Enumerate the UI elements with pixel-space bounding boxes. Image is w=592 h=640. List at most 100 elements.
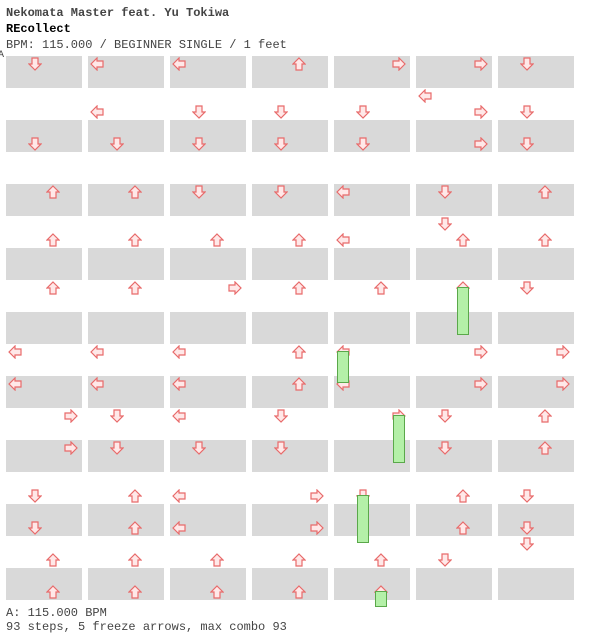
beat-row [498, 584, 574, 600]
beat-row [6, 104, 82, 120]
freeze-arrow [457, 287, 469, 335]
beat-row [334, 392, 410, 408]
step-arrow-r [474, 345, 488, 359]
step-arrow-u [292, 57, 306, 71]
beat-row [498, 536, 574, 552]
beat-row [6, 248, 82, 264]
beat-row [334, 280, 410, 296]
bpm-marker: A [0, 50, 4, 61]
beat-row [498, 392, 574, 408]
beat-row [252, 360, 328, 376]
step-arrow-d [274, 441, 288, 455]
beat-row [334, 168, 410, 184]
beat-row [6, 88, 82, 104]
beat-row [416, 376, 492, 392]
beat-row [252, 280, 328, 296]
beat-row [88, 504, 164, 520]
beat-row [252, 584, 328, 600]
beat-row [170, 312, 246, 328]
chart-column: A [6, 56, 82, 600]
song-title: REcollect [6, 22, 586, 36]
beat-row [252, 120, 328, 136]
beat-row [170, 376, 246, 392]
beat-row [252, 536, 328, 552]
beat-row [416, 552, 492, 568]
beat-row [498, 552, 574, 568]
beat-row [6, 120, 82, 136]
beat-row [170, 72, 246, 88]
beat-row [498, 440, 574, 456]
beat-row [170, 504, 246, 520]
step-arrow-r [310, 489, 324, 503]
chart-column [334, 56, 410, 600]
step-arrow-d [192, 137, 206, 151]
beat-row [416, 216, 492, 232]
beat-row [334, 232, 410, 248]
step-arrow-u [456, 233, 470, 247]
step-arrow-u [210, 233, 224, 247]
beat-row [416, 248, 492, 264]
beat-row [334, 88, 410, 104]
step-arrow-r [556, 377, 570, 391]
beat-row [6, 56, 82, 72]
beat-row [88, 88, 164, 104]
beat-row [498, 104, 574, 120]
step-arrow-u [374, 281, 388, 295]
beat-row [88, 280, 164, 296]
beat-row [252, 408, 328, 424]
beat-row [252, 232, 328, 248]
beat-row [252, 488, 328, 504]
beat-row [88, 424, 164, 440]
step-arrow-d [438, 441, 452, 455]
beat-row [170, 440, 246, 456]
beat-row [498, 312, 574, 328]
beat-row [88, 296, 164, 312]
step-arrow-d [110, 441, 124, 455]
beat-row [334, 200, 410, 216]
beat-row [334, 312, 410, 328]
beat-row [170, 520, 246, 536]
beat-row [252, 520, 328, 536]
beat-row [252, 376, 328, 392]
beat-row [88, 216, 164, 232]
beat-row [416, 312, 492, 328]
step-arrow-d [356, 105, 370, 119]
beat-row [334, 520, 410, 536]
beat-row [88, 232, 164, 248]
beat-row [498, 408, 574, 424]
beat-row [498, 504, 574, 520]
beat-row [416, 152, 492, 168]
beat-row [88, 408, 164, 424]
beat-row [6, 280, 82, 296]
beat-row [498, 520, 574, 536]
beat-row [88, 472, 164, 488]
step-arrow-d [438, 217, 452, 231]
step-arrow-u [374, 553, 388, 567]
beat-row [6, 536, 82, 552]
beat-row [498, 264, 574, 280]
beat-row [334, 504, 410, 520]
step-arrow-d [520, 281, 534, 295]
step-arrow-u [292, 233, 306, 247]
beat-row [6, 184, 82, 200]
beat-row [252, 568, 328, 584]
beat-row [88, 104, 164, 120]
beat-row [252, 136, 328, 152]
beat-row [88, 584, 164, 600]
beat-row [6, 440, 82, 456]
beat-row [170, 472, 246, 488]
beat-row [416, 56, 492, 72]
beat-row [88, 456, 164, 472]
beat-row [170, 296, 246, 312]
beat-row [6, 392, 82, 408]
beat-row [416, 200, 492, 216]
beat-row [416, 392, 492, 408]
beat-row [416, 488, 492, 504]
beat-row [6, 200, 82, 216]
step-arrow-u [128, 185, 142, 199]
beat-row [170, 456, 246, 472]
beat-row [170, 408, 246, 424]
step-arrow-l [90, 377, 104, 391]
beat-row [334, 216, 410, 232]
beat-row [88, 328, 164, 344]
